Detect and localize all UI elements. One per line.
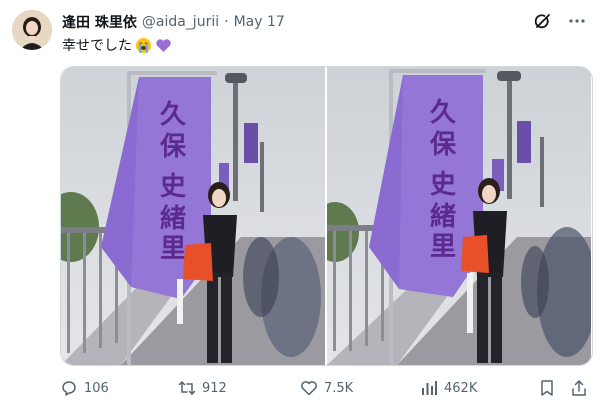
reply-count: 106	[84, 380, 109, 396]
separator-dot: ·	[224, 14, 229, 30]
banner-char: 久	[430, 98, 456, 128]
avatar-image	[12, 10, 52, 50]
photo-right[interactable]: 久 保 史 緒 里	[327, 67, 591, 365]
loudly-crying-face-icon	[135, 37, 152, 54]
avatar[interactable]	[12, 10, 52, 50]
purple-heart-icon	[155, 37, 172, 54]
banner-char: 里	[160, 234, 186, 264]
banner-char: 保	[429, 130, 457, 160]
tweet-text: 幸せでした	[62, 35, 172, 55]
banner-char: 史	[160, 172, 187, 202]
banner-char: 緒	[160, 203, 186, 234]
reply-icon	[62, 381, 76, 396]
like-button[interactable]: 7.5K	[300, 379, 353, 397]
banner-char: 緒	[430, 201, 456, 232]
share-icon	[572, 380, 586, 396]
banner-char: 里	[430, 232, 456, 262]
more-options-icon[interactable]	[568, 12, 586, 34]
banner-char: 久	[160, 100, 186, 130]
repost-count: 912	[202, 380, 227, 396]
header-actions	[534, 12, 586, 34]
heart-icon	[301, 381, 317, 396]
bookmark-icon	[541, 380, 553, 396]
reply-button[interactable]: 106	[60, 379, 109, 397]
bookmark-button[interactable]	[538, 379, 556, 397]
photo-left[interactable]: 久 保 史 緒 里	[61, 67, 325, 365]
tweet-date[interactable]: May 17	[234, 14, 285, 30]
banner-char: 保	[159, 132, 187, 162]
tweet-body: 幸せでした	[62, 38, 132, 54]
views-icon	[422, 381, 437, 395]
author-handle[interactable]: @aida_jurii	[142, 14, 219, 30]
share-button[interactable]	[570, 379, 588, 397]
tweet-media[interactable]: 久 保 史 緒 里 久 保 史 緒 里	[60, 66, 593, 366]
tweet-actions: 106 912 7.5K 462K	[60, 377, 591, 399]
tweet-header: 逢田 珠里依 @aida_jurii · May 17	[62, 12, 285, 32]
repost-icon	[178, 381, 196, 395]
like-count: 7.5K	[324, 380, 354, 396]
views-button[interactable]: 462K	[420, 379, 477, 397]
banner-char: 史	[430, 170, 457, 200]
grok-icon[interactable]	[534, 12, 552, 34]
repost-button[interactable]: 912	[178, 379, 227, 397]
author-name[interactable]: 逢田 珠里依	[62, 12, 137, 32]
views-count: 462K	[444, 380, 478, 396]
